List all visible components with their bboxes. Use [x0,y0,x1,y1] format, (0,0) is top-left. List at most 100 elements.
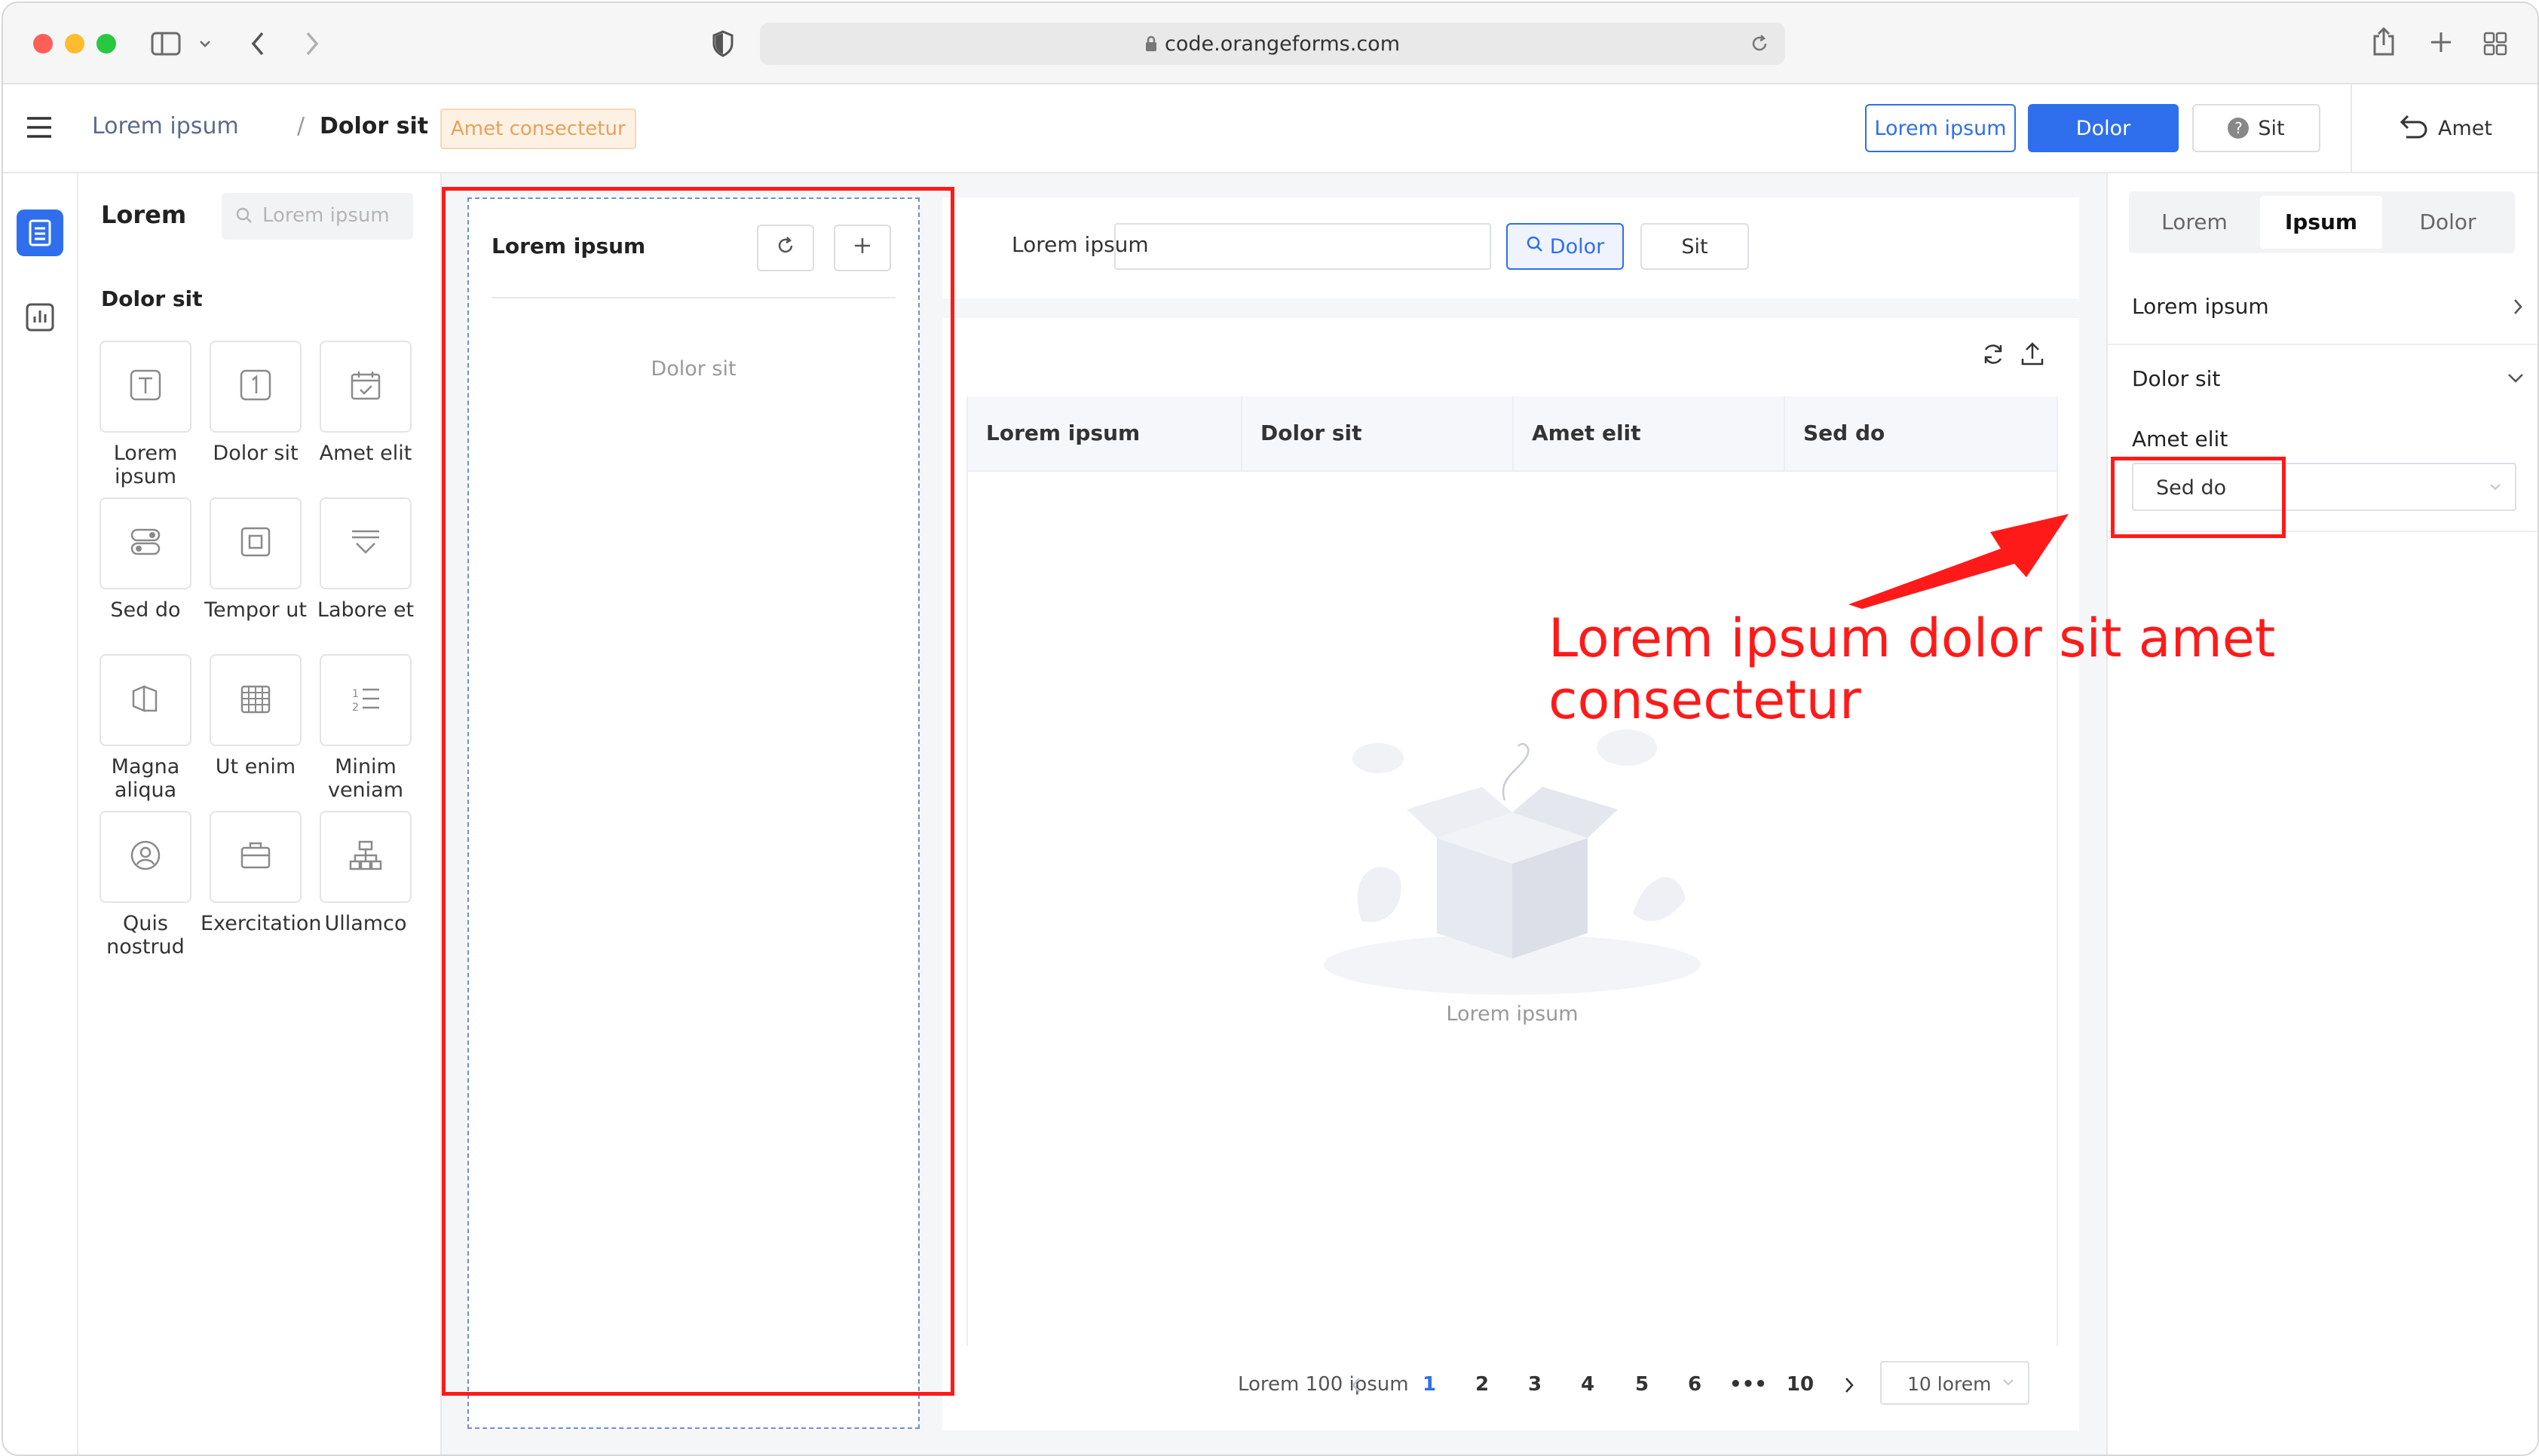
component-tile-label: Exercitation [201,912,322,935]
column-header[interactable]: Amet elit [1514,396,1785,470]
empty-box-illustration [1316,725,1708,999]
component-tile[interactable] [100,811,191,903]
breadcrumb-current: Dolor sit [320,113,429,139]
column-header[interactable]: Lorem ipsum [968,396,1242,470]
column-header[interactable]: Sed do [1785,396,2057,470]
undo-arrow-icon [2399,113,2429,144]
zoom-window-button[interactable] [96,34,116,54]
report-designer-icon[interactable] [26,303,54,335]
tab-overview-icon[interactable] [2483,32,2507,59]
chevron-right-icon [2512,297,2524,320]
component-tile[interactable] [100,341,191,433]
component-tile[interactable] [320,811,412,903]
component-tile-label: Minim veniam [327,755,404,802]
page-number[interactable]: 6 [1677,1373,1713,1396]
browser-toolbar: code.orangeforms.com [3,3,2537,84]
table-empty-text: Lorem ipsum [1446,1002,1579,1026]
query-button[interactable]: Dolor [1506,223,1624,270]
save-button[interactable]: Dolor [2028,104,2179,152]
page-size-select[interactable]: 10 lorem [1880,1361,2029,1405]
help-icon: ? [2228,118,2250,139]
component-tile-label: Sed do [110,598,181,622]
component-tile[interactable] [210,811,302,903]
component-tile[interactable]: 12 [320,654,412,746]
tab-actions[interactable]: Dolor [2387,196,2509,249]
next-page-icon[interactable] [1842,1376,1856,1397]
pagination-ellipsis[interactable]: ••• [1729,1373,1767,1396]
sidebar-toggle-icon[interactable] [151,32,181,59]
component-tile[interactable] [100,654,191,746]
new-tab-icon[interactable] [2429,30,2453,57]
form-designer-icon[interactable] [17,210,63,256]
close-window-button[interactable] [33,34,53,54]
forward-nav-icon[interactable] [303,30,321,60]
reload-icon[interactable] [1749,33,1770,57]
chevron-down-icon[interactable] [198,36,213,54]
svg-text:1: 1 [352,688,359,700]
basic-info-collapse[interactable]: Lorem ipsum [2108,270,2537,345]
page-number[interactable]: 1 [1411,1373,1447,1396]
number-input-icon [239,369,272,405]
page-number[interactable]: 5 [1624,1373,1660,1396]
component-search-input[interactable]: Lorem ipsum [222,193,413,240]
component-tile[interactable] [320,341,412,433]
page-number[interactable]: 3 [1517,1373,1553,1396]
page-number[interactable]: 2 [1464,1373,1500,1396]
breadcrumb-group[interactable]: Lorem ipsum [92,113,239,139]
tab-properties[interactable]: Ipsum [2260,196,2382,249]
filter-reset-button[interactable]: Sit [1640,223,1749,270]
reset-form-button[interactable]: Lorem ipsum [1865,104,2016,152]
component-tile-label: Magna aliqua [111,755,180,802]
column-header[interactable]: Dolor sit [1242,396,1514,470]
cascade-icon [129,682,162,718]
query-label: Dolor [1549,234,1605,258]
switch-icon [129,525,162,561]
chevron-down-icon [2001,1375,2016,1393]
left-icon-rail [3,173,78,1454]
component-tile[interactable] [100,497,191,589]
address-bar[interactable]: code.orangeforms.com [760,23,1785,65]
app-header: Lorem ipsum / Dolor sit Amet consectetur… [3,84,2537,173]
page-number[interactable]: 10 [1782,1373,1818,1396]
privacy-shield-icon[interactable] [712,30,734,60]
component-tile-label: Tempor ut [204,598,307,622]
back-nav-icon[interactable] [249,30,267,60]
table-refresh-icon[interactable] [1981,342,2005,369]
menu-icon[interactable] [26,116,53,142]
back-button[interactable]: Amet [2393,104,2498,152]
share-icon[interactable] [2372,26,2396,60]
chevron-down-icon [2506,371,2525,389]
annotation-arrow [1842,505,2084,613]
tree-highlight-box [442,187,954,1396]
course-name-filter-input[interactable] [1114,223,1491,270]
component-tile-label: Amet elit [319,442,412,465]
minimize-window-button[interactable] [65,34,84,54]
dropdown-icon [349,525,382,561]
component-tile[interactable] [320,497,412,589]
prev-page-icon[interactable] [1349,1376,1363,1397]
component-tile-label: Quis nostrud [106,912,185,959]
component-tile-label: Lorem ipsum [113,442,178,488]
search-icon [1526,235,1544,258]
export-upload-icon[interactable] [2020,341,2044,369]
help-label: Sit [2258,116,2285,140]
chevron-down-icon [2488,479,2503,497]
properties-tab-bar: Lorem Ipsum Dolor [2129,191,2515,253]
component-tile[interactable] [210,654,302,746]
number-range-icon: 12 [349,682,382,718]
properties-panel: Lorem Ipsum Dolor Lorem ipsum Dolor sit … [2106,173,2537,1454]
component-dict-label: Dolor sit [2132,366,2221,391]
component-dict-collapse[interactable]: Dolor sit [2108,345,2537,414]
svg-text:2: 2 [352,702,359,714]
component-tile[interactable] [210,497,302,589]
header-divider [2351,84,2352,172]
component-tile[interactable] [210,341,302,433]
component-tile-label: Dolor sit [213,442,299,465]
hierarchy-icon [349,839,382,875]
help-button[interactable]: ? Sit [2192,104,2320,152]
user-icon [129,839,162,875]
tab-form[interactable]: Lorem [2133,196,2256,249]
page-number[interactable]: 4 [1570,1373,1606,1396]
table-header-row: Lorem ipsum Dolor sit Amet elit Sed do [968,396,2057,472]
component-tile-label: Labore et [317,598,415,622]
